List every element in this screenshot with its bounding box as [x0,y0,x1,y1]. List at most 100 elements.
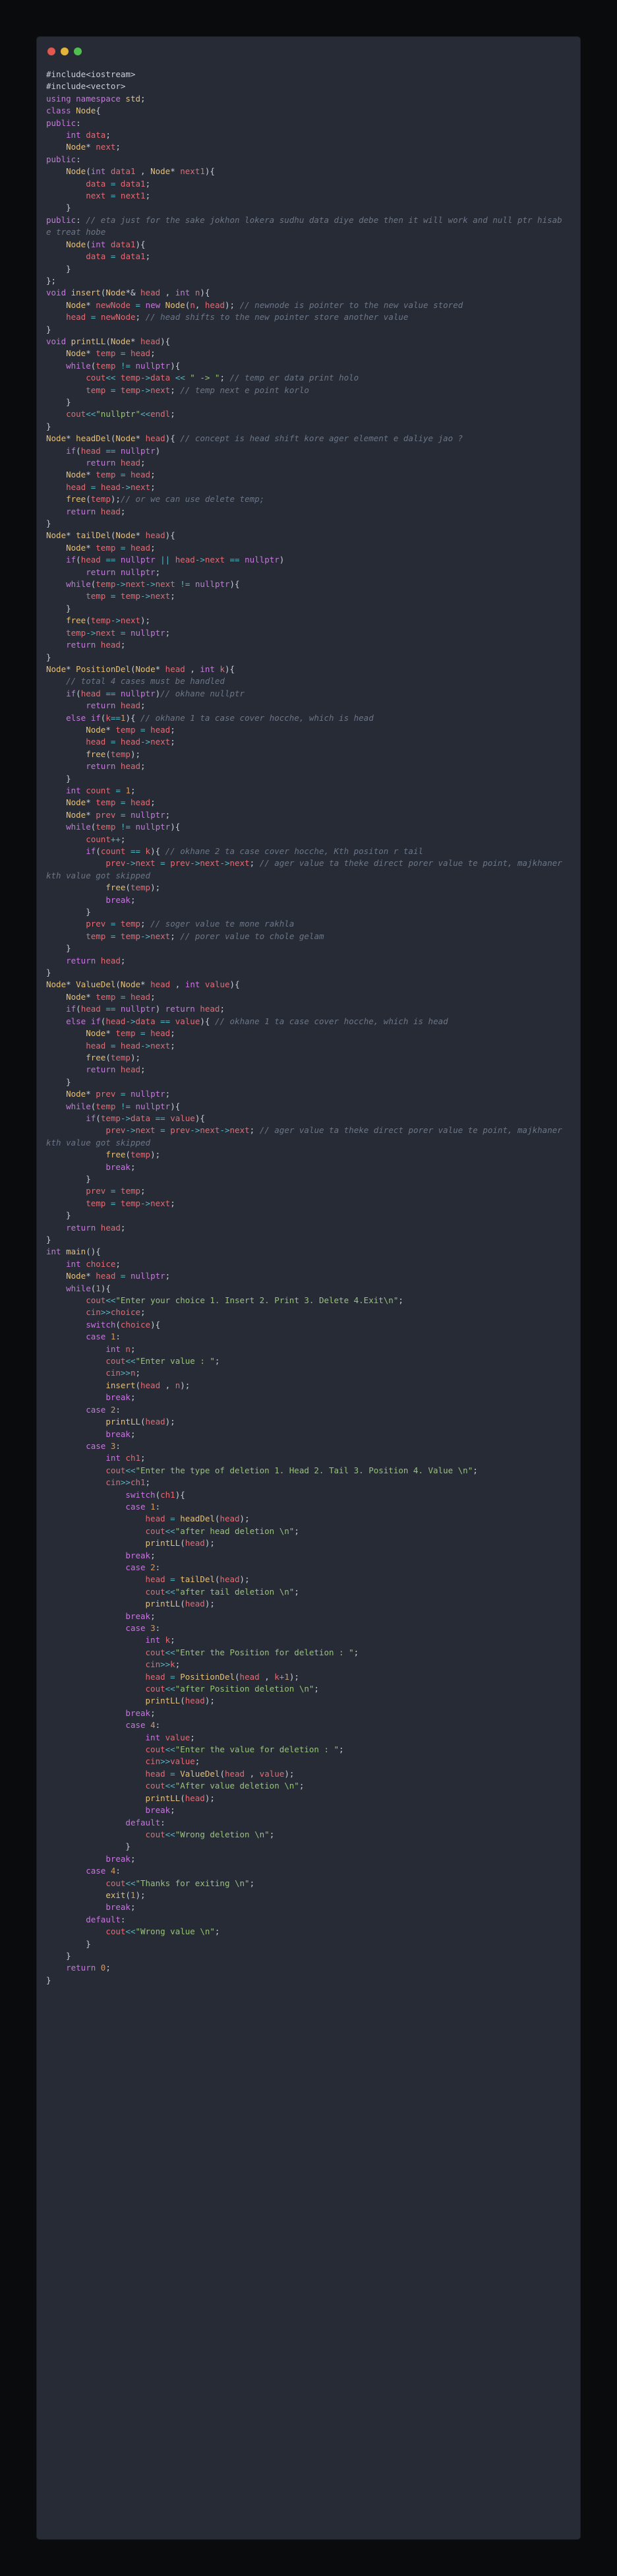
code-token: ; [130,785,136,795]
code-token: } [46,603,71,613]
code-line: cout<<"Enter your choice 1. Insert 2. Pr… [46,1295,571,1306]
code-token: >> [120,1477,131,1488]
code-token: : [115,1332,121,1342]
code-token: ){ [160,336,171,346]
code-token: data [130,1113,156,1123]
code-token: break [105,1902,131,1913]
code-token: nullptr [194,579,230,590]
code-line: } [46,1234,571,1246]
code-token: temp [96,348,121,359]
code-token: temp [96,542,121,553]
code-token: head [120,737,141,747]
code-token: head [145,530,165,541]
code-token: head [165,663,191,674]
code-token: temp [120,1186,141,1196]
code-token: value [259,1768,285,1779]
code-token: data1 [110,239,136,249]
code-token: ; [170,1635,175,1645]
code-line: Node* temp = head; [46,348,571,359]
code-token: break [105,1161,131,1172]
code-token: ){ [225,663,235,674]
code-token: != [120,360,136,371]
code-token: head [220,1574,240,1585]
code-token: head [120,761,141,772]
code-token: ; [140,1453,146,1463]
code-token: case [125,1501,151,1512]
code-token: temp [86,384,111,395]
code-token: ; [140,1186,146,1196]
code-line: cin>>n; [46,1367,571,1379]
code-token: = [110,1186,121,1196]
code-token: ; [120,834,126,844]
code-token: temp [120,384,141,395]
code-token: printLL [145,1696,181,1706]
code-token: ) [155,445,161,456]
code-token: , [194,299,205,310]
code-token: head [96,1271,121,1281]
code-token: = [160,1125,171,1136]
minimize-button[interactable] [61,47,69,55]
code-token: break [105,1428,131,1439]
code-token: if [66,445,76,456]
code-line: exit(1); [46,1889,571,1901]
code-token: int [105,1343,126,1354]
code-token: } [46,1210,71,1221]
code-token: temp [110,1052,131,1062]
code-token: -> [140,373,151,383]
code-token: temp [110,749,131,759]
code-token: = [120,991,131,1002]
code-token: count [86,834,111,844]
code-line: while(temp != nullptr){ [46,1101,571,1113]
code-token: * [66,979,76,990]
code-line: Node* prev = nullptr; [46,809,571,821]
code-token: // eta just for the sake jokhon lokera s… [46,214,568,237]
code-token: printLL [145,1793,181,1803]
close-button[interactable] [47,47,55,55]
code-token: nullptr [120,1004,156,1014]
code-token: return [66,640,101,650]
code-token: case [125,1623,151,1633]
code-line: head = head->next; [46,1040,571,1052]
code-token: : [155,1562,161,1572]
code-token: << [175,373,191,383]
code-line: data = data1; [46,251,571,262]
code-line: while(temp != nullptr){ [46,821,571,833]
code-token: , [165,288,175,298]
code-token: << [165,1647,175,1657]
code-line: return head; [46,506,571,518]
maximize-button[interactable] [74,47,82,55]
code-line: head = ValueDel(head , value); [46,1768,571,1780]
code-token: = [140,724,151,735]
code-token: ; [130,1853,136,1864]
code-token: cout [86,373,106,383]
code-token: next [96,627,121,638]
code-line: } [46,773,571,785]
code-token: : [76,214,86,225]
code-token: break [105,1853,131,1864]
code-token: main [66,1246,86,1257]
code-token: printLL [71,336,106,346]
code-token: = [170,1514,181,1524]
code-token: public [46,154,76,164]
code-token: ; [105,1963,111,1973]
code-token: = [110,737,121,747]
code-token: k [145,846,151,856]
code-token: ( [180,1538,185,1549]
code-token: } [46,518,51,529]
code-line: cin>>ch1; [46,1477,571,1488]
code-token: value [204,979,230,990]
code-token: != [120,822,136,832]
code-token: case [125,1720,151,1731]
code-token: ( [76,555,81,565]
code-token: return [66,1222,101,1233]
